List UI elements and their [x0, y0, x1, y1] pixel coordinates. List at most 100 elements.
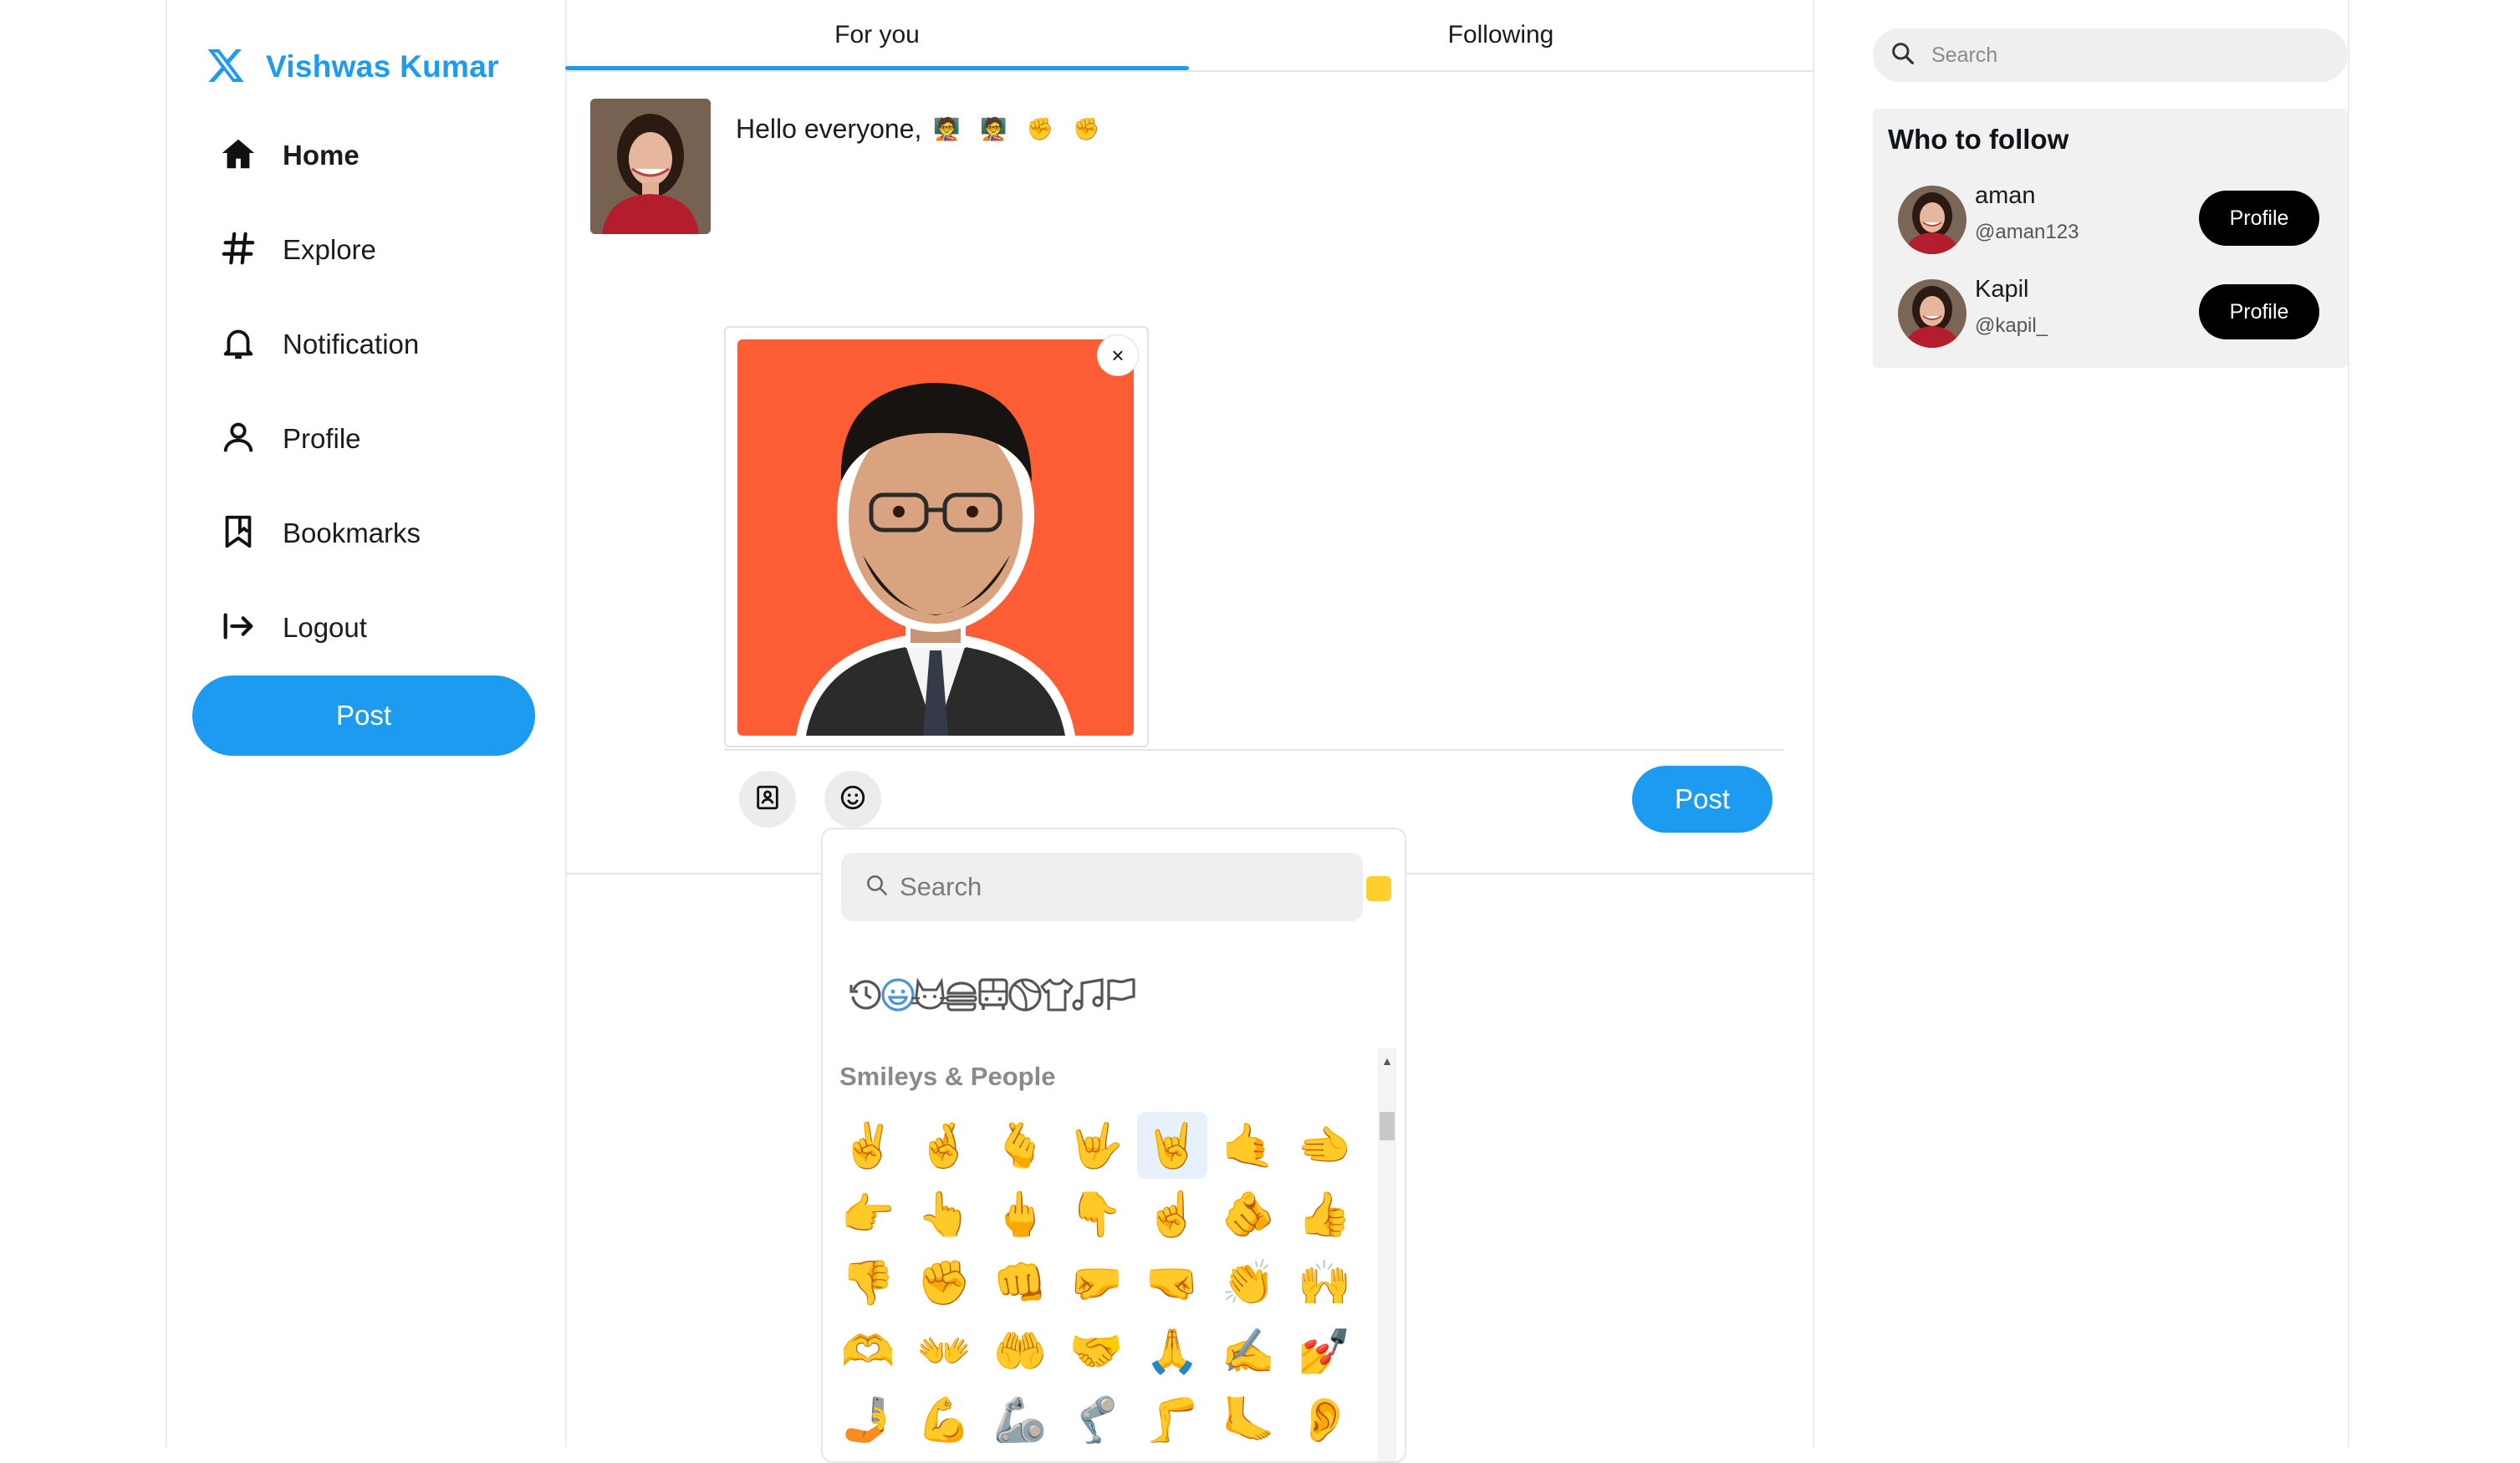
bookmark-icon: [219, 512, 258, 555]
emoji-option[interactable]: 👇: [1061, 1180, 1131, 1247]
suggestion-name: Kapil: [1975, 276, 2029, 303]
emoji-button[interactable]: [824, 771, 881, 828]
composer-avatar: [590, 99, 711, 234]
tab-for-you[interactable]: For you: [565, 0, 1189, 70]
smiley-icon: [839, 783, 867, 816]
emoji-option[interactable]: 🦵: [1137, 1386, 1207, 1453]
nav-item-bookmarks[interactable]: Bookmarks: [219, 508, 421, 558]
emoji-option[interactable]: 👉: [833, 1180, 903, 1247]
scroll-up-arrow-icon[interactable]: ▲: [1378, 1052, 1396, 1070]
avatar: [1898, 279, 1967, 348]
tabs-divider: [565, 70, 1813, 72]
emoji-option[interactable]: 🤝: [1061, 1318, 1131, 1384]
bell-icon: [219, 324, 258, 366]
emoji-scrollbar[interactable]: [1378, 1048, 1396, 1461]
emoji-scrollbar-thumb[interactable]: [1380, 1112, 1395, 1140]
avatar: [1898, 186, 1967, 254]
nav-item-logout[interactable]: Logout: [219, 603, 367, 653]
emoji-option[interactable]: 🙏: [1137, 1318, 1207, 1384]
emoji-option[interactable]: 🫶: [833, 1318, 903, 1384]
who-to-follow-panel: Who to follow aman @aman123 Profile Kapi…: [1873, 109, 2348, 368]
emoji-option[interactable]: 👍: [1289, 1180, 1359, 1247]
emoji-option[interactable]: 🤘: [1137, 1112, 1207, 1179]
emoji-option[interactable]: ✍️: [1213, 1318, 1283, 1384]
sidebar-divider: [565, 0, 567, 1447]
nav-label-logout: Logout: [283, 612, 367, 643]
emoji-option[interactable]: 🫲: [1289, 1112, 1359, 1179]
emoji-option[interactable]: 🤜: [1137, 1249, 1207, 1316]
nav-item-profile[interactable]: Profile: [219, 414, 361, 464]
emoji-option[interactable]: ✊: [909, 1249, 979, 1316]
nav-label-notification: Notification: [283, 329, 420, 359]
follow-suggestion: Kapil @kapil_ Profile: [1898, 276, 2333, 351]
emoji-option[interactable]: 🦶: [1213, 1386, 1283, 1453]
composer-post-button[interactable]: Post: [1632, 766, 1773, 833]
suggestion-handle: @aman123: [1975, 221, 2079, 243]
emoji-option[interactable]: 🙌: [1289, 1249, 1359, 1316]
emoji-option[interactable]: 👆: [909, 1180, 979, 1247]
emoji-option[interactable]: 👐: [909, 1318, 979, 1384]
home-icon: [219, 135, 258, 177]
nav-item-home[interactable]: Home: [219, 130, 360, 181]
nav-label-home: Home: [283, 140, 360, 171]
add-image-button[interactable]: [739, 771, 796, 828]
sidebar-post-button[interactable]: Post: [192, 675, 535, 756]
emoji-option[interactable]: 👎: [833, 1249, 903, 1316]
emoji-option[interactable]: 👏: [1213, 1249, 1283, 1316]
suggestion-handle: @kapil_: [1975, 314, 2048, 337]
search-placeholder: Search: [1931, 43, 1998, 67]
emoji-option[interactable]: 🤞: [909, 1112, 979, 1179]
brand-name: Vishwas Kumar: [266, 49, 499, 84]
composer-text[interactable]: Hello everyone, 🧑‍🏫 🧑‍🏫 ✊ ✊: [736, 114, 1107, 145]
emoji-option[interactable]: 💪: [909, 1386, 979, 1453]
who-to-follow-title: Who to follow: [1888, 124, 2069, 155]
search-input[interactable]: Search: [1873, 28, 2348, 82]
feed-divider-right: [1813, 0, 1814, 1447]
profile-button[interactable]: Profile: [2199, 284, 2319, 339]
emoji-option[interactable]: 🤳: [833, 1386, 903, 1453]
x-logo-icon: [206, 45, 246, 89]
remove-image-button[interactable]: ×: [1097, 334, 1139, 376]
logout-icon: [219, 607, 258, 650]
emoji-option[interactable]: 🤛: [1061, 1249, 1131, 1316]
profile-button[interactable]: Profile: [2199, 191, 2319, 246]
emoji-option[interactable]: 🦾: [985, 1386, 1055, 1453]
emoji-option[interactable]: 🤟: [1061, 1112, 1131, 1179]
emoji-option[interactable]: 🫰: [985, 1112, 1055, 1179]
emoji-option[interactable]: 👂: [1289, 1386, 1359, 1453]
image-icon: [753, 783, 782, 816]
follow-suggestion: aman @aman123 Profile: [1898, 182, 2333, 257]
tab-following[interactable]: Following: [1189, 0, 1813, 70]
emoji-picker[interactable]: Search Smileys & People ✌️ 🤞 🫰 🤟 🤘 🤙 🫲 👉 👆 🖕 👇 ☝️ 🫵 👍…: [821, 828, 1406, 1463]
flags-icon[interactable]: [1099, 973, 1142, 1017]
nav-item-notification[interactable]: Notification: [219, 319, 419, 370]
composer-divider: [724, 749, 1784, 751]
skin-tone-selector[interactable]: [1366, 876, 1391, 901]
composer-emojis: 🧑‍🏫 🧑‍🏫 ✊ ✊: [933, 116, 1107, 141]
suggestion-name: aman: [1975, 182, 2036, 209]
emoji-search-placeholder: Search: [900, 872, 982, 901]
left-border: [166, 0, 167, 1447]
search-icon: [1890, 40, 1916, 71]
emoji-option[interactable]: 👊: [985, 1249, 1055, 1316]
user-icon: [219, 418, 258, 461]
right-border: [2348, 0, 2349, 1447]
emoji-option[interactable]: 🤲: [985, 1318, 1055, 1384]
nav-item-explore[interactable]: Explore: [219, 225, 376, 275]
emoji-option[interactable]: ✌️: [833, 1112, 903, 1179]
emoji-option[interactable]: ☝️: [1137, 1180, 1207, 1247]
emoji-search-input[interactable]: Search: [841, 853, 1363, 921]
emoji-option[interactable]: 💅: [1289, 1318, 1359, 1384]
emoji-section-title: Smileys & People: [839, 1062, 1056, 1091]
composer-text-content: Hello everyone,: [736, 114, 922, 144]
attached-image-preview: [737, 339, 1134, 736]
hashtag-icon: [219, 229, 258, 272]
brand[interactable]: Vishwas Kumar: [206, 43, 499, 90]
emoji-option[interactable]: 🦿: [1061, 1386, 1131, 1453]
nav-label-bookmarks: Bookmarks: [283, 517, 421, 548]
nav-label-explore: Explore: [283, 234, 376, 265]
emoji-option[interactable]: 🫵: [1213, 1180, 1283, 1247]
emoji-option[interactable]: 🖕: [985, 1180, 1055, 1247]
search-icon: [865, 873, 890, 902]
emoji-option[interactable]: 🤙: [1213, 1112, 1283, 1179]
